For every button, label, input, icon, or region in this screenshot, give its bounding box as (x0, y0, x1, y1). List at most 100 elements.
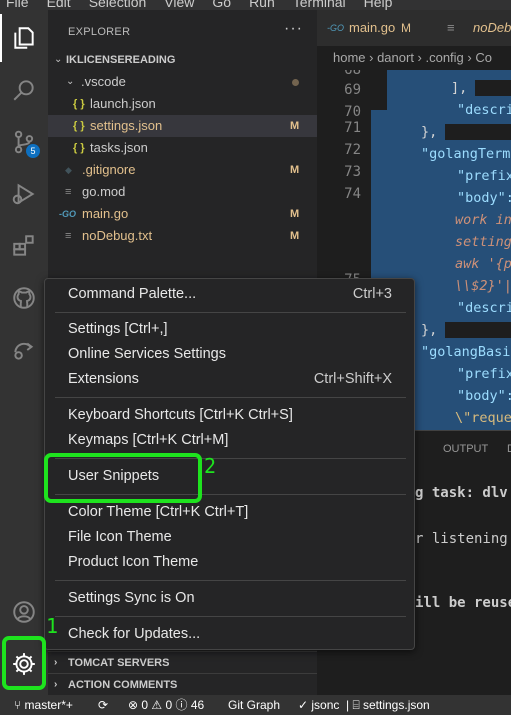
menu-file[interactable]: File (6, 0, 29, 10)
menu-item-product-icon-theme[interactable]: Product Icon Theme (45, 550, 414, 575)
tree-item-settings-json[interactable]: { } settings.json M (48, 115, 317, 137)
explorer-icon[interactable] (0, 14, 48, 62)
tab-debug-console[interactable]: D (507, 443, 511, 455)
menu-item-check-for-updates[interactable]: Check for Updates... (45, 622, 414, 647)
status-bar: ⑂ master*+ ⟳ ⊗ 0 ⚠ 0 ⓘ 46 Git Graph ✓ js… (0, 695, 511, 715)
section-tomcat-servers[interactable]: › TOMCAT SERVERS (48, 651, 317, 673)
menubar: File Edit Selection View Go Run Terminal… (0, 0, 511, 10)
source-control-badge: 5 (26, 144, 40, 158)
menu-separator (55, 312, 406, 313)
tree-item-go-mod[interactable]: ≡ go.mod (48, 181, 317, 203)
gear-highlight (2, 636, 46, 690)
step-label-2: 2 (204, 454, 217, 478)
menu-item-keymaps[interactable]: Keymaps [Ctrl+K Ctrl+M] (45, 428, 414, 453)
tab-label: noDeb (473, 20, 511, 35)
menu-item-settings-sync[interactable]: Settings Sync is On (45, 586, 414, 611)
user-snippets-highlight (44, 453, 202, 503)
menu-item-extensions[interactable]: Extensions Ctrl+Shift+X (45, 367, 414, 392)
tree-item-label: settings.json (90, 118, 163, 133)
line-number: 71 (344, 120, 361, 136)
code-line: \\$2}'| (455, 278, 511, 294)
branch-indicator[interactable]: ⑂ master*+ (14, 695, 73, 715)
account-icon[interactable] (0, 588, 48, 636)
modified-dot (292, 79, 299, 86)
tree-item-label: noDebug.txt (82, 228, 153, 243)
tab-output[interactable]: OUTPUT (443, 443, 488, 455)
menu-item-online-services-settings[interactable]: Online Services Settings (45, 342, 414, 367)
file-icon: ≡ (65, 186, 72, 198)
chevron-down-icon: ⌄ (54, 54, 63, 65)
tree-item-vscode[interactable]: ⌄ .vscode (48, 71, 317, 93)
menu-selection[interactable]: Selection (89, 0, 147, 10)
code-line: "prefix (457, 168, 511, 184)
tree-item-gitignore[interactable]: ◆ .gitignore M (48, 159, 317, 181)
current-file[interactable]: | ⌸ settings.json (346, 695, 430, 715)
code-line: "body": (457, 388, 511, 404)
menu-item-keyboard-shortcuts[interactable]: Keyboard Shortcuts [Ctrl+K Ctrl+S] (45, 403, 414, 428)
chevron-down-icon: ⌄ (66, 76, 75, 87)
line-number: 69 (344, 82, 361, 98)
menu-item-color-theme[interactable]: Color Theme [Ctrl+K Ctrl+T] (45, 500, 414, 525)
tree-item-main-go[interactable]: -GO main.go M (48, 203, 317, 225)
project-folder[interactable]: ⌄ IKLICENSEREADING (48, 49, 317, 71)
menu-view[interactable]: View (164, 0, 194, 10)
json-icon: { } (73, 98, 85, 110)
git-status: M (290, 230, 300, 242)
tree-item-tasks-json[interactable]: { } tasks.json (48, 137, 317, 159)
code-line: "prefix (457, 366, 511, 382)
problems-indicator[interactable]: ⊗ 0 ⚠ 0 ⓘ 46 (128, 695, 204, 715)
json-icon: { } (73, 120, 85, 132)
tree-item-label: main.go (82, 206, 129, 221)
menu-help[interactable]: Help (364, 0, 393, 10)
tree-item-launch-json[interactable]: { } launch.json (48, 93, 317, 115)
code-line: "golangBasi (421, 344, 511, 360)
remote-explorer-icon[interactable] (0, 326, 48, 374)
file-icon: ≡ (447, 20, 455, 35)
code-line: ], (451, 80, 511, 96)
code-line: "descri (457, 300, 511, 316)
language-mode[interactable]: ✓ jsonc (298, 695, 339, 715)
git-icon: ◆ (65, 165, 72, 175)
code-line: "descri (457, 102, 511, 118)
search-icon[interactable] (0, 66, 48, 114)
code-line: \"reque (455, 410, 511, 426)
tab-main-go[interactable]: -GO main.go M (317, 10, 437, 46)
tab-status: M (401, 21, 411, 35)
activity-bar: 5 (0, 10, 48, 695)
menu-separator (55, 580, 406, 581)
tree-item-label: go.mod (82, 184, 126, 199)
tree-item-label: .gitignore (82, 162, 136, 177)
tree-item-label: launch.json (90, 96, 156, 111)
tab-label: main.go (349, 20, 396, 35)
step-label-1: 1 (46, 614, 59, 638)
terminal-line: g task: dlv (415, 485, 508, 501)
code-line: awk '{p (455, 256, 511, 272)
source-control-icon[interactable]: 5 (0, 118, 48, 166)
git-graph-button[interactable]: Git Graph (228, 695, 280, 715)
section-action-comments[interactable]: › ACTION COMMENTS (48, 673, 317, 695)
run-debug-icon[interactable] (0, 170, 48, 218)
code-line: "golangTerm (421, 146, 511, 162)
github-icon[interactable] (0, 274, 48, 322)
menu-terminal[interactable]: Terminal (293, 0, 346, 10)
tree-item-nodebug-txt[interactable]: ≡ noDebug.txt M (48, 225, 317, 247)
menu-item-settings[interactable]: Settings [Ctrl+,] (45, 317, 414, 342)
sidebar-title: EXPLORER (68, 26, 131, 38)
menu-item-file-icon-theme[interactable]: File Icon Theme (45, 525, 414, 550)
sync-icon[interactable]: ⟳ (98, 695, 108, 715)
menu-item-command-palette[interactable]: Command Palette... Ctrl+3 (45, 282, 414, 307)
tab-nodebug[interactable]: ≡ noDeb (437, 10, 511, 46)
chevron-right-icon: › (54, 657, 58, 668)
menu-edit[interactable]: Edit (47, 0, 71, 10)
menu-go[interactable]: Go (212, 0, 231, 10)
section-label: ACTION COMMENTS (68, 679, 178, 691)
extensions-icon[interactable] (0, 222, 48, 270)
chevron-right-icon: › (54, 679, 58, 690)
breadcrumb[interactable]: home › danort › .config › Co (317, 46, 511, 70)
code-line: "body": (457, 190, 511, 206)
menu-run[interactable]: Run (249, 0, 275, 10)
file-icon: ≡ (65, 230, 72, 242)
code-line: work in (455, 212, 511, 228)
more-actions-icon[interactable]: ··· (284, 20, 303, 38)
git-status: M (290, 164, 300, 176)
